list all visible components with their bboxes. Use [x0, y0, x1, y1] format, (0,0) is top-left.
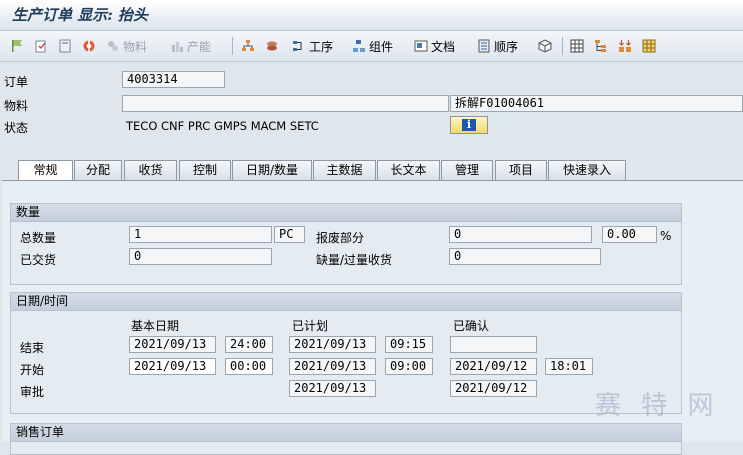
title-bar: 生产订单 显示: 抬头	[0, 0, 743, 31]
order-field[interactable]: 4003314	[122, 71, 225, 88]
short-over-field[interactable]: 0	[449, 248, 601, 265]
documents-button[interactable]: 文档	[414, 36, 455, 56]
operations-button[interactable]: 工序	[292, 36, 333, 56]
tab-master-data[interactable]: 主数据	[313, 160, 376, 180]
hierarchy-icon[interactable]	[241, 36, 258, 56]
toolbar-separator	[562, 37, 563, 55]
application-toolbar: 物料 产能 工序 组件 文档 顺序	[0, 31, 743, 62]
grid-icon[interactable]	[642, 36, 659, 56]
window-title: 生产订单 显示: 抬头	[12, 6, 148, 24]
release-scheduled-date-field[interactable]: 2021/09/13	[289, 380, 376, 397]
tab-project[interactable]: 项目	[495, 160, 547, 180]
start-scheduled-date-field[interactable]: 2021/09/13	[289, 358, 376, 375]
material-label: 物料	[4, 99, 29, 113]
material-button[interactable]: 物料	[106, 36, 147, 56]
material-field[interactable]	[122, 95, 449, 112]
scheduled-header: 已计划	[292, 319, 329, 333]
scrap-label: 报废部分	[316, 231, 365, 245]
dates-group-title: 日期/时间	[11, 293, 681, 311]
tab-assignment[interactable]: 分配	[74, 160, 122, 180]
operations-button-label: 工序	[309, 39, 334, 54]
status-label: 状态	[4, 121, 29, 135]
tab-long-text[interactable]: 长文本	[377, 160, 440, 180]
percent-sign: %	[660, 229, 672, 243]
status-info-button[interactable]: i	[450, 116, 488, 134]
end-basic-time-field[interactable]: 24:00	[225, 336, 273, 353]
table-icon[interactable]	[570, 36, 587, 56]
start-label: 开始	[20, 363, 45, 377]
short-over-label: 缺量/过量收货	[316, 253, 393, 267]
components-button[interactable]: 组件	[352, 36, 393, 56]
scrap-percent-field[interactable]: 0.00	[602, 226, 657, 243]
documents-button-label: 文档	[431, 39, 456, 54]
end-scheduled-time-field[interactable]: 09:15	[385, 336, 433, 353]
sales-order-group-title: 销售订单	[11, 424, 681, 442]
start-basic-time-field[interactable]: 00:00	[225, 358, 273, 375]
delivered-field[interactable]: 0	[129, 248, 272, 265]
tab-dates-quantities[interactable]: 日期/数量	[232, 160, 312, 180]
stack-icon[interactable]	[265, 36, 282, 56]
flag-icon[interactable]	[10, 36, 27, 56]
sales-order-group: 销售订单	[10, 423, 682, 455]
end-confirmed-date-field[interactable]	[450, 336, 537, 353]
start-scheduled-time-field[interactable]: 09:00	[385, 358, 433, 375]
release-confirmed-date-field[interactable]: 2021/09/12	[450, 380, 537, 397]
total-qty-label: 总数量	[20, 231, 57, 245]
start-basic-date-field[interactable]: 2021/09/13	[129, 358, 216, 375]
tab-goods-receipt[interactable]: 收货	[124, 160, 177, 180]
tab-control[interactable]: 控制	[179, 160, 231, 180]
sequences-button-label: 顺序	[494, 39, 519, 54]
end-scheduled-date-field[interactable]: 2021/09/13	[289, 336, 376, 353]
end-basic-date-field[interactable]: 2021/09/13	[129, 336, 216, 353]
quantity-group-title: 数量	[11, 204, 681, 222]
total-qty-field[interactable]: 1	[129, 226, 272, 243]
lifebuoy-icon[interactable]	[82, 36, 99, 56]
delivered-label: 已交货	[20, 253, 57, 267]
material-description-field[interactable]: 拆解F01004061	[450, 95, 743, 112]
order-label: 订单	[4, 75, 29, 89]
release-label: 审批	[20, 385, 45, 399]
document-edit-icon[interactable]	[34, 36, 51, 56]
start-confirmed-date-field[interactable]: 2021/09/12	[450, 358, 537, 375]
sort-icon[interactable]	[618, 36, 635, 56]
tab-quick-entry[interactable]: 快速录入	[548, 160, 626, 180]
cube-icon[interactable]	[538, 36, 555, 56]
tree-icon[interactable]	[594, 36, 611, 56]
capacity-button[interactable]: 产能	[170, 36, 211, 56]
tab-administration[interactable]: 管理	[441, 160, 493, 180]
components-button-label: 组件	[369, 39, 394, 54]
material-button-label: 物料	[123, 39, 148, 54]
info-icon: i	[462, 119, 476, 131]
unit-field[interactable]: PC	[274, 226, 305, 243]
end-label: 结束	[20, 341, 45, 355]
basic-date-header: 基本日期	[131, 319, 180, 333]
tab-general[interactable]: 常规	[18, 160, 73, 181]
calculator-icon[interactable]	[58, 36, 75, 56]
status-value: TECO CNF PRC GMPS MACM SETC	[126, 119, 319, 133]
capacity-button-label: 产能	[187, 39, 212, 54]
sequences-button[interactable]: 顺序	[477, 36, 518, 56]
toolbar-separator	[232, 37, 233, 55]
watermark-logo: 赛 特 网	[595, 391, 720, 421]
start-confirmed-time-field[interactable]: 18:01	[545, 358, 593, 375]
confirmed-header: 已确认	[453, 319, 490, 333]
scrap-qty-field[interactable]: 0	[449, 226, 592, 243]
